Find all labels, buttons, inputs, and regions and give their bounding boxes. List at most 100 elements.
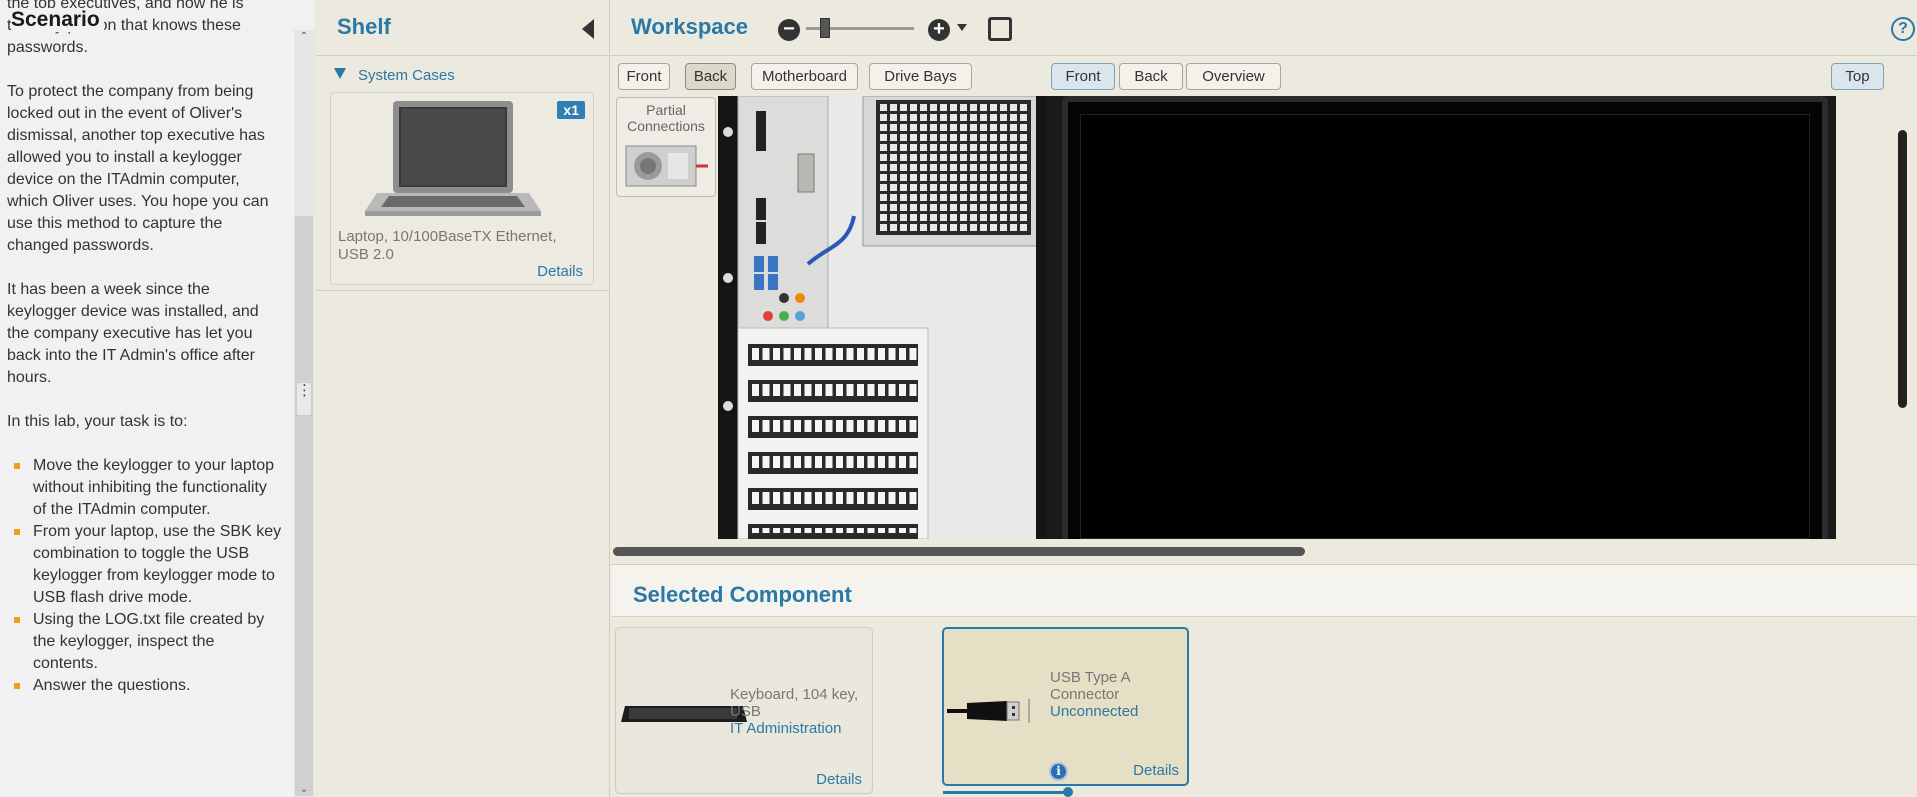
partial-connections[interactable]: Partial Connections bbox=[616, 97, 716, 197]
slot-vent bbox=[899, 528, 906, 533]
psu-grill-hole bbox=[900, 224, 907, 231]
tab-front[interactable]: Front bbox=[618, 63, 670, 90]
component-details-link[interactable]: Details bbox=[1133, 762, 1179, 779]
psu-grill-hole bbox=[980, 124, 987, 131]
panel-resize-handle[interactable]: ⋮ bbox=[296, 382, 312, 416]
psu-grill-hole bbox=[900, 204, 907, 211]
psu-grill-hole bbox=[1010, 184, 1017, 191]
component-card-usb-connector[interactable]: USB Type A Connector Unconnected i Detai… bbox=[942, 627, 1189, 786]
slot-vent bbox=[773, 348, 780, 360]
psu-grill-hole bbox=[920, 174, 927, 181]
psu-grill-hole bbox=[880, 194, 887, 201]
psu-grill-hole bbox=[920, 154, 927, 161]
psu-grill-hole bbox=[1000, 104, 1007, 111]
info-icon[interactable]: i bbox=[1049, 762, 1068, 781]
psu-grill-hole bbox=[990, 224, 997, 231]
psu-grill-hole bbox=[980, 174, 987, 181]
quantity-badge: x1 bbox=[557, 101, 585, 119]
category-system-cases[interactable]: System Cases bbox=[334, 67, 455, 84]
component-card-keyboard[interactable]: Keyboard, 104 key, USB IT Administration… bbox=[615, 627, 873, 794]
slot-vent bbox=[825, 492, 833, 504]
slot-vent bbox=[762, 420, 770, 432]
psu-grill-hole bbox=[940, 224, 947, 231]
psu-grill-hole bbox=[940, 204, 947, 211]
workspace-vertical-scrollbar[interactable] bbox=[1898, 130, 1907, 408]
psu-grill-hole bbox=[1020, 164, 1027, 171]
slot-vent bbox=[836, 384, 843, 396]
scroll-up-icon[interactable]: ⌃ bbox=[299, 32, 309, 42]
task-item: Move the keylogger to your laptop withou… bbox=[14, 455, 282, 521]
psu-grill-hole bbox=[910, 124, 917, 131]
slot-vent bbox=[867, 492, 875, 504]
task-list: Move the keylogger to your laptop withou… bbox=[7, 455, 282, 697]
scrollbar-thumb[interactable] bbox=[295, 216, 313, 796]
psu-grill-hole bbox=[990, 214, 997, 221]
component-status[interactable]: IT Administration bbox=[730, 720, 870, 737]
psu-grill-hole bbox=[1010, 124, 1017, 131]
slot-vent bbox=[794, 348, 801, 360]
zoom-slider-handle[interactable] bbox=[820, 18, 830, 38]
tab-top[interactable]: Top bbox=[1831, 63, 1884, 90]
shelf-item-laptop[interactable]: x1 Laptop, 10/100BaseTX Ethernet, USB 2.… bbox=[330, 92, 594, 285]
zoom-in-icon[interactable]: + bbox=[928, 19, 950, 41]
computer-back-view[interactable] bbox=[718, 96, 1049, 539]
zoom-dropdown-icon[interactable] bbox=[957, 24, 967, 31]
slot-vent bbox=[825, 384, 833, 396]
component-scroll-slider[interactable] bbox=[943, 787, 1073, 797]
psu-grill-hole bbox=[940, 114, 947, 121]
collapse-left-icon[interactable] bbox=[582, 19, 594, 39]
slot-vent bbox=[815, 384, 822, 396]
psu-grill-hole bbox=[1000, 164, 1007, 171]
slot-vent bbox=[909, 492, 917, 504]
psu-grill-hole bbox=[950, 144, 957, 151]
psu-grill-hole bbox=[940, 124, 947, 131]
task-item: Answer the questions. bbox=[14, 675, 282, 697]
psu-grill-hole bbox=[1010, 194, 1017, 201]
tab-monitor-back[interactable]: Back bbox=[1119, 63, 1183, 90]
monitor-screen bbox=[1080, 114, 1810, 539]
slot-vent bbox=[846, 348, 854, 360]
psu-grill-hole bbox=[880, 104, 887, 111]
help-icon[interactable]: ? bbox=[1891, 17, 1915, 41]
usb-connector-image bbox=[947, 699, 1030, 723]
workspace-horizontal-scrollbar[interactable] bbox=[613, 547, 1305, 556]
psu-grill-hole bbox=[970, 154, 977, 161]
slot-vent bbox=[783, 420, 791, 432]
slot-vent bbox=[752, 456, 759, 468]
shelf-item-details-link[interactable]: Details bbox=[537, 263, 583, 280]
fullscreen-icon[interactable] bbox=[988, 17, 1012, 41]
psu-grill-hole bbox=[890, 104, 897, 111]
zoom-out-icon[interactable]: − bbox=[778, 19, 800, 41]
psu-grill-hole bbox=[1000, 154, 1007, 161]
psu-grill-hole bbox=[1000, 134, 1007, 141]
tab-monitor-front[interactable]: Front bbox=[1051, 63, 1115, 90]
component-details-link[interactable]: Details bbox=[816, 771, 862, 788]
psu-grill-hole bbox=[990, 144, 997, 151]
psu-grill-hole bbox=[960, 124, 967, 131]
psu-grill-hole bbox=[930, 224, 937, 231]
tab-monitor-overview[interactable]: Overview bbox=[1186, 63, 1281, 90]
slot-vent bbox=[783, 348, 791, 360]
psu-grill-hole bbox=[890, 204, 897, 211]
shelf-item-description: Laptop, 10/100BaseTX Ethernet, USB 2.0 bbox=[338, 228, 557, 263]
scroll-down-icon[interactable]: ⌄ bbox=[299, 785, 309, 795]
tab-back[interactable]: Back bbox=[685, 63, 736, 90]
component-status[interactable]: Unconnected bbox=[1050, 703, 1180, 720]
monitor-front-view[interactable] bbox=[1046, 96, 1836, 539]
psu-grill-hole bbox=[1010, 104, 1017, 111]
slot-vent bbox=[878, 492, 885, 504]
slot-vent bbox=[857, 492, 864, 504]
tab-motherboard[interactable]: Motherboard bbox=[751, 63, 858, 90]
psu-grill-hole bbox=[970, 164, 977, 171]
psu-grill-hole bbox=[900, 174, 907, 181]
psu-grill-hole bbox=[930, 154, 937, 161]
psu-grill-hole bbox=[950, 164, 957, 171]
psu-grill-hole bbox=[940, 134, 947, 141]
psu-grill-hole bbox=[900, 104, 907, 111]
psu-grill-hole bbox=[890, 194, 897, 201]
psu-grill-hole bbox=[1010, 214, 1017, 221]
psu-grill-hole bbox=[1000, 144, 1007, 151]
tab-drive-bays[interactable]: Drive Bays bbox=[869, 63, 972, 90]
psu-grill-hole bbox=[960, 114, 967, 121]
psu-grill-hole bbox=[900, 134, 907, 141]
